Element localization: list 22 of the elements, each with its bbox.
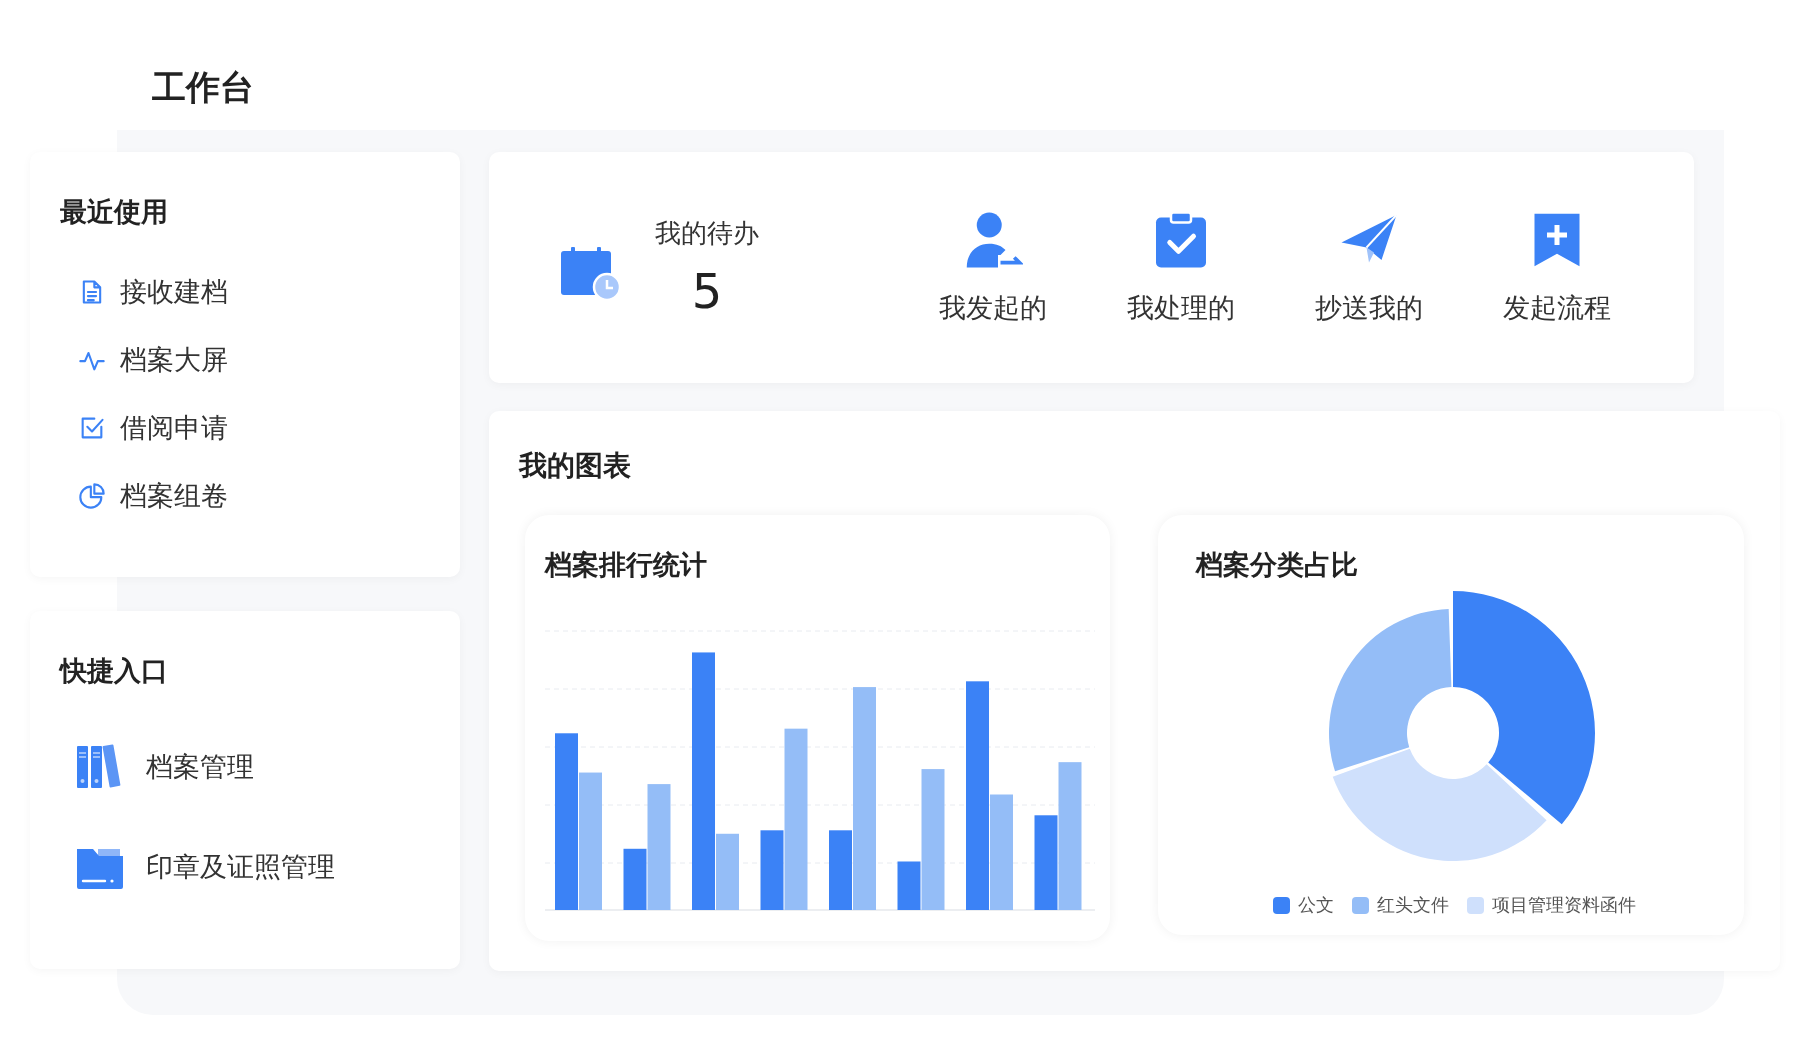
recent-link[interactable]: 接收建档 [120, 274, 228, 310]
chart-title: 档案分类占比 [1196, 548, 1359, 582]
legend-label: 公文 [1298, 893, 1334, 917]
todo-label: 我的待办 [655, 217, 759, 250]
card-title: 快捷入口 [60, 654, 169, 688]
shortcut-link[interactable]: 档案管理 [146, 749, 254, 785]
recent-link[interactable]: 档案组卷 [120, 478, 228, 514]
pie-icon [78, 482, 106, 510]
legend-label: 红头文件 [1377, 893, 1449, 917]
action-button[interactable]: 抄送我的 [1275, 209, 1463, 326]
action-button[interactable]: 我发起的 [899, 209, 1087, 326]
section-title: 我的图表 [519, 448, 632, 484]
todo-count: 5 [691, 263, 723, 319]
legend-label: 项目管理资料函件 [1492, 893, 1636, 917]
recent-link[interactable]: 借阅申请 [120, 410, 228, 446]
action-button[interactable]: 我处理的 [1087, 209, 1275, 326]
page-title: 工作台 [151, 66, 255, 109]
action-button[interactable]: 发起流程 [1463, 209, 1651, 326]
card-title: 最近使用 [60, 195, 169, 229]
chart-title: 档案排行统计 [545, 548, 708, 582]
shortcut-link[interactable]: 印章及证照管理 [146, 849, 335, 885]
recent-link[interactable]: 档案大屏 [120, 342, 228, 378]
